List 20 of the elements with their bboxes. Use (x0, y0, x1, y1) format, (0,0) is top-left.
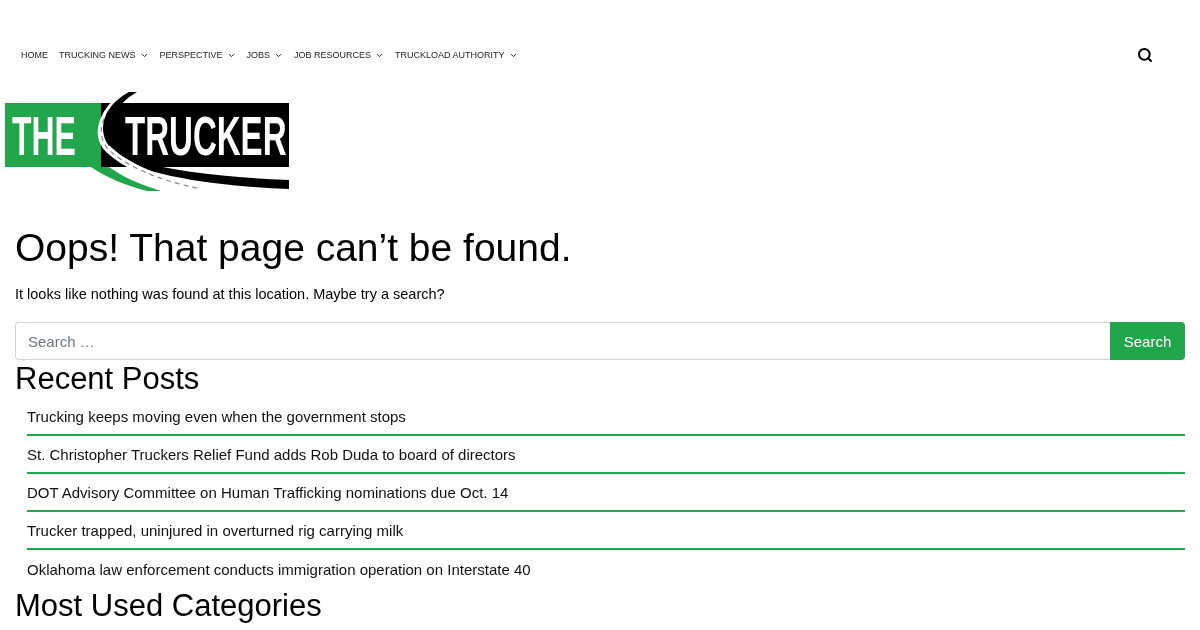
section-heading: Most Used Categories (15, 588, 323, 624)
post-link[interactable]: Oklahoma law enforcement conducts immigration operation on Interstate 40 (27, 560, 531, 578)
post-link[interactable]: St. Christopher Truckers Relief Fund adds Rob Duda to board of directors (27, 445, 516, 463)
nav-link[interactable]: HOME (21, 50, 48, 60)
search-field[interactable]: Search … (15, 322, 1110, 360)
nav-link[interactable]: JOBS (246, 50, 284, 60)
logo-text: TRUCKER (125, 103, 287, 168)
nav-link[interactable]: TRUCKLOAD AUTHORITY (395, 50, 518, 60)
post-link[interactable]: Trucker trapped, uninjured in overturned rig carrying milk (27, 521, 404, 539)
nav-link[interactable]: TRUCKING NEWS (59, 50, 149, 60)
logo-text: THE (12, 104, 76, 168)
search-icon (1137, 47, 1153, 63)
section-heading: Recent Posts (15, 360, 201, 398)
post-link[interactable]: Trucking keeps moving even when the government stops (27, 407, 406, 425)
nav-link[interactable]: JOB RESOURCES (294, 50, 385, 60)
not-found-message: It looks like nothing was found at this location. Maybe try a search? (15, 285, 446, 304)
search-button[interactable] (1136, 46, 1154, 64)
page-title: Oops! That page can’t be found. (15, 225, 573, 271)
post-link[interactable]: DOT Advisory Committee on Human Trafficking nominations due Oct. 14 (27, 483, 509, 501)
nav-link[interactable]: PERSPECTIVE (159, 50, 236, 60)
